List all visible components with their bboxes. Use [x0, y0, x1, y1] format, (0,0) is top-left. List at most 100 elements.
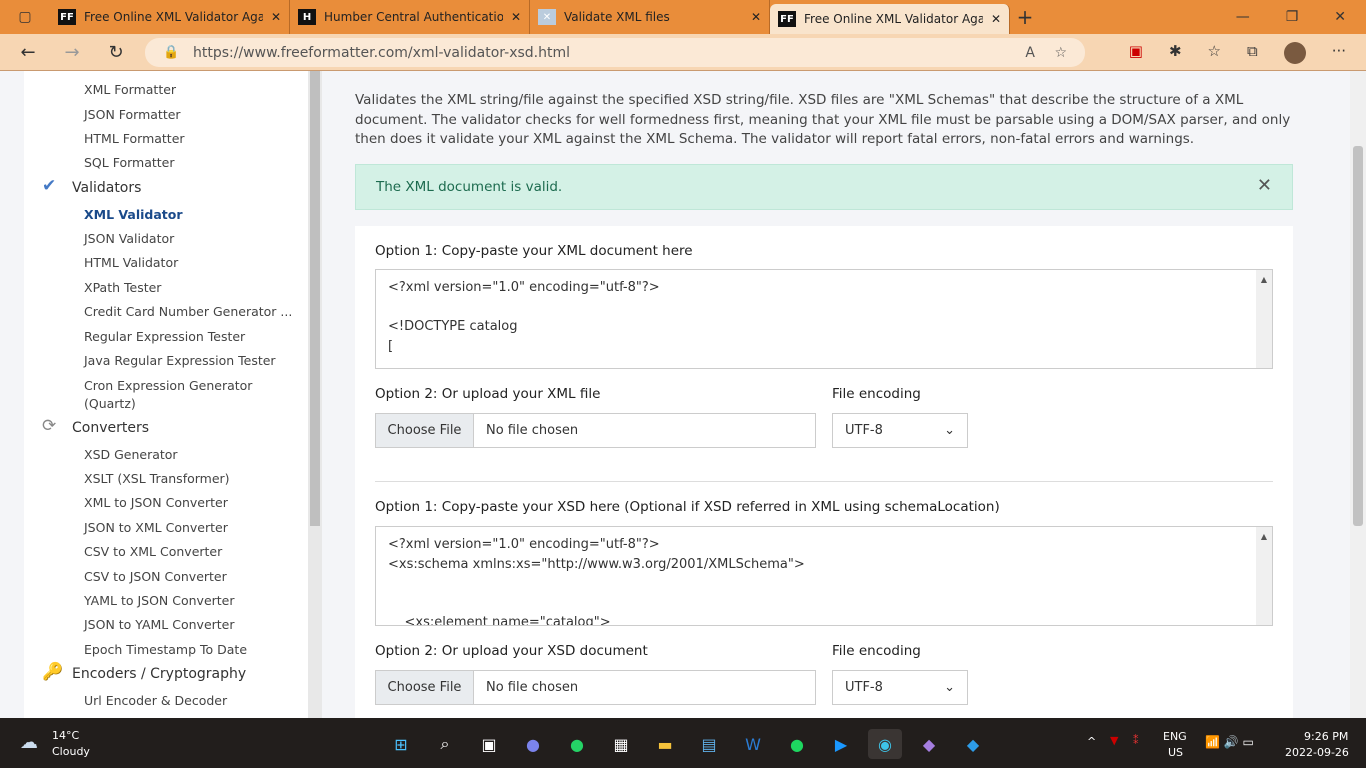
close-window-button[interactable]: ✕ — [1334, 9, 1346, 25]
favorites-icon[interactable]: ☆ — [1208, 42, 1221, 64]
back-button[interactable]: ← — [6, 42, 50, 63]
sidebar-item[interactable]: HTML Formatter — [84, 131, 185, 146]
teams-icon[interactable]: ● — [516, 729, 550, 759]
xml-encoding-select[interactable]: UTF-8 ⌄ — [832, 413, 968, 448]
description: Validates the XML string/file against th… — [355, 92, 1291, 147]
file-explorer-icon[interactable]: ▬ — [648, 729, 682, 759]
keyboard-layout[interactable]: US — [1168, 746, 1183, 759]
sidebar-item[interactable]: JSON to XML Converter — [84, 520, 228, 535]
sidebar-scrollbar[interactable] — [308, 71, 322, 718]
sidebar-item[interactable]: Credit Card Number Generator ... — [84, 304, 292, 319]
close-icon[interactable]: ✕ — [271, 10, 281, 24]
sidebar-item[interactable]: Regular Expression Tester — [84, 329, 245, 344]
vscode-icon[interactable]: ◆ — [956, 729, 990, 759]
new-tab-button[interactable]: + — [1010, 5, 1040, 29]
textarea-scrollbar[interactable]: ▲ — [1256, 270, 1272, 368]
xml-input-label: Option 1: Copy-paste your XML document h… — [375, 243, 693, 259]
sidebar-item[interactable]: XPath Tester — [84, 280, 161, 295]
favorite-icon[interactable]: ☆ — [1054, 45, 1067, 61]
choose-file-button[interactable]: Choose File — [376, 414, 474, 447]
sidebar-item[interactable]: JSON to YAML Converter — [84, 617, 235, 632]
xml-textarea[interactable]: <?xml version="1.0" encoding="utf-8"?> <… — [375, 269, 1273, 369]
visual-studio-icon[interactable]: ◆ — [912, 729, 946, 759]
edge-icon[interactable]: ◉ — [868, 729, 902, 759]
textarea-scrollbar[interactable]: ▲ — [1256, 527, 1272, 625]
sidebar-item[interactable]: XSD Generator — [84, 447, 178, 462]
tab-actions-icon[interactable]: ▢ — [0, 9, 50, 25]
sidebar-item[interactable]: Cron Expression Generator (Quartz) — [84, 377, 254, 413]
sidebar-item[interactable]: Url Encoder & Decoder — [84, 693, 227, 708]
refresh-button[interactable]: ↻ — [94, 42, 138, 63]
minimize-button[interactable]: — — [1236, 9, 1250, 25]
search-icon[interactable]: ⌕ — [428, 729, 462, 759]
sidebar-item[interactable]: SQL Formatter — [84, 155, 175, 170]
xsd-textarea[interactable]: <?xml version="1.0" encoding="utf-8"?> <… — [375, 526, 1273, 626]
language[interactable]: ENG — [1163, 730, 1187, 743]
validator-form: Option 1: Copy-paste your XML document h… — [355, 226, 1293, 726]
tab-3-active[interactable]: FF Free Online XML Validator Against ✕ — [770, 4, 1010, 34]
sidebar-item[interactable]: HTML Validator — [84, 255, 178, 270]
whatsapp-icon[interactable]: ● — [560, 729, 594, 759]
start-icon[interactable]: ⊞ — [384, 729, 418, 759]
xml-file-input[interactable]: Choose File No file chosen — [375, 413, 816, 448]
close-icon[interactable]: ✕ — [1257, 175, 1272, 196]
sidebar-item[interactable]: Java Regular Expression Tester — [84, 353, 276, 368]
close-icon[interactable]: ✕ — [751, 10, 761, 24]
encoding-label: File encoding — [832, 643, 921, 659]
xsd-encoding-select[interactable]: UTF-8 ⌄ — [832, 670, 968, 705]
tab-0[interactable]: FF Free Online XML Validator Against ✕ — [50, 0, 290, 34]
key-icon: 🔑 — [42, 662, 64, 682]
sidebar-item[interactable]: YAML to JSON Converter — [84, 593, 235, 608]
notification-badge-icon[interactable]: ⁑ — [1133, 734, 1139, 747]
freeformatter-favicon: FF — [58, 9, 76, 25]
choose-file-button[interactable]: Choose File — [376, 671, 474, 704]
sidebar-item-active[interactable]: XML Validator — [84, 207, 183, 222]
prime-video-icon[interactable]: ▶ — [824, 729, 858, 759]
close-icon[interactable]: ✕ — [991, 12, 1001, 26]
close-icon[interactable]: ✕ — [511, 10, 521, 24]
clock-time[interactable]: 9:26 PM — [1304, 730, 1348, 743]
word-icon[interactable]: W — [736, 729, 770, 759]
page-scrollbar[interactable] — [1350, 71, 1366, 718]
file-status: No file chosen — [486, 423, 579, 438]
sidebar-heading: Validators — [72, 180, 142, 196]
divider — [375, 481, 1273, 482]
network-volume-battery-icons[interactable]: 📶 🔊 ▭ — [1205, 735, 1254, 749]
task-view-icon[interactable]: ▣ — [472, 729, 506, 759]
validate-favicon: ✕ — [538, 9, 556, 25]
more-icon[interactable]: ··· — [1332, 42, 1346, 64]
sidebar-item[interactable]: Epoch Timestamp To Date — [84, 642, 247, 657]
forward-button[interactable]: → — [50, 42, 94, 63]
xml-text: <?xml version="1.0" encoding="utf-8"?> <… — [388, 280, 660, 354]
tab-2[interactable]: ✕ Validate XML files ✕ — [530, 0, 770, 34]
converters-icon: ⟳ — [42, 416, 57, 436]
store-icon[interactable]: ▦ — [604, 729, 638, 759]
xsd-text: <?xml version="1.0" encoding="utf-8"?> <… — [388, 537, 805, 626]
tab-1[interactable]: H Humber Central Authentication S ✕ — [290, 0, 530, 34]
read-aloud-icon[interactable]: A — [1025, 45, 1035, 61]
xsd-file-input[interactable]: Choose File No file chosen — [375, 670, 816, 705]
sidebar-item[interactable]: JSON Validator — [84, 231, 174, 246]
avatar[interactable] — [1283, 42, 1306, 64]
tray-chevron-icon[interactable]: ^ — [1087, 735, 1096, 748]
maximize-button[interactable]: ❐ — [1286, 9, 1299, 25]
xml-upload-label: Option 2: Or upload your XML file — [375, 386, 601, 402]
url-input[interactable]: 🔒 https://www.freeformatter.com/xml-vali… — [145, 38, 1085, 67]
success-alert: The XML document is valid. ✕ — [355, 164, 1293, 210]
spotify-icon[interactable]: ● — [780, 729, 814, 759]
clock-date[interactable]: 2022-09-26 — [1285, 746, 1349, 759]
lock-icon: 🔒 — [163, 45, 180, 60]
sidebar-item[interactable]: CSV to XML Converter — [84, 544, 222, 559]
sidebar-item[interactable]: XML to JSON Converter — [84, 495, 228, 510]
sidebar-item[interactable]: XML Formatter — [84, 82, 176, 97]
mcafee-icon[interactable]: ▼ — [1110, 734, 1118, 747]
extensions-icon[interactable]: ✱ — [1169, 42, 1182, 64]
mcafee-extension-icon[interactable]: ▣ — [1129, 42, 1143, 64]
sidebar-item[interactable]: XSLT (XSL Transformer) — [84, 471, 230, 486]
collections-icon[interactable]: ⧉ — [1247, 42, 1258, 64]
chevron-down-icon: ⌄ — [944, 423, 955, 438]
sidebar-item[interactable]: JSON Formatter — [84, 107, 181, 122]
notepad-icon[interactable]: ▤ — [692, 729, 726, 759]
sidebar-item[interactable]: CSV to JSON Converter — [84, 569, 227, 584]
tab-title: Humber Central Authentication S — [324, 10, 503, 24]
